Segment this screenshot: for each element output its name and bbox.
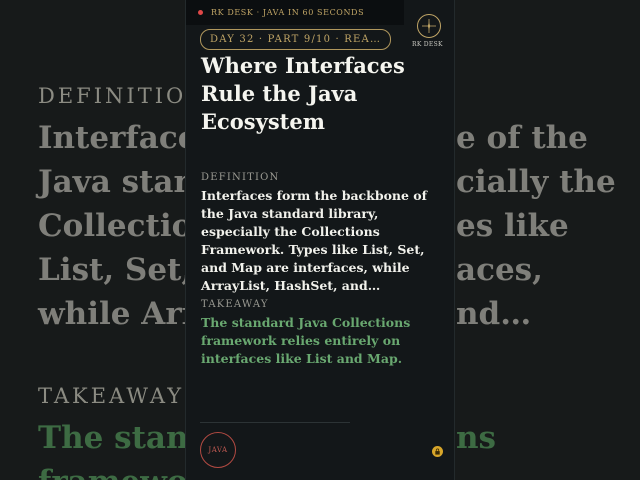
takeaway-text: The standard Java Collections framework … [201, 315, 411, 366]
bg-line: cially the [456, 164, 616, 200]
bg-line: aces, [456, 252, 543, 288]
compass-icon [417, 14, 441, 38]
java-tag-button[interactable]: JAVA [200, 432, 236, 468]
bg-takeaway-label: TAKEAWAY [38, 384, 185, 408]
lock-icon[interactable] [432, 446, 443, 457]
top-bar: RK DESK · JAVA IN 60 SECONDS [186, 0, 404, 25]
lesson-title: Where Interfaces Rule the Java Ecosystem [201, 53, 405, 134]
channel-title: RK DESK · JAVA IN 60 SECONDS [211, 8, 365, 17]
live-dot-icon [198, 10, 203, 15]
bg-definition-label: DEFINITION [38, 84, 208, 108]
badge-label: RK DESK [412, 41, 443, 48]
channel-badge[interactable]: RK DESK [412, 14, 442, 50]
bg-definition-right: e of the cially the es like aces, nd… [456, 116, 636, 336]
definition-text: Interfaces form the backbone of the Java… [201, 188, 428, 293]
definition-label: DEFINITION [201, 172, 280, 183]
bg-line: es like [456, 208, 569, 244]
bg-line: e of the [456, 120, 588, 156]
bg-takeaway-right: ns [456, 420, 496, 456]
takeaway-label: TAKEAWAY [201, 299, 269, 310]
progress-pill: DAY 32 · PART 9/10 · REA… [200, 29, 392, 50]
divider [200, 422, 350, 423]
bg-line: nd… [456, 296, 532, 332]
lesson-card: RK DESK · JAVA IN 60 SECONDS RK DESK DAY… [186, 0, 454, 480]
